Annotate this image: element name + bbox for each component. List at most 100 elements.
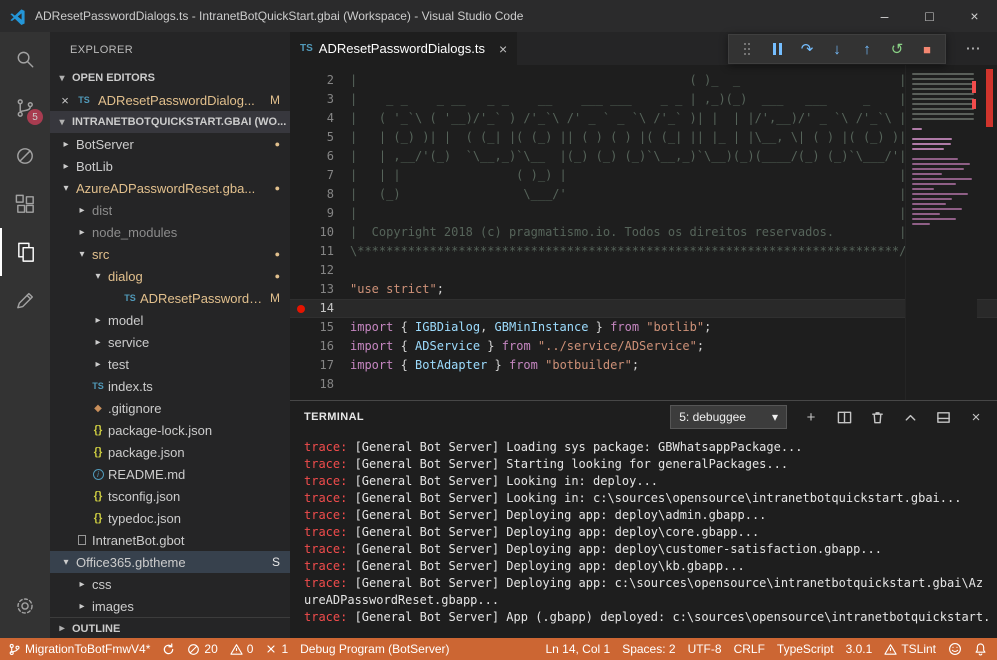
stop-button[interactable]: ■ bbox=[917, 38, 937, 60]
more-icon[interactable]: ⋯ bbox=[963, 38, 983, 60]
chevron-up-icon[interactable] bbox=[901, 407, 919, 427]
tree-item[interactable]: ▸model bbox=[50, 309, 290, 331]
restart-button[interactable]: ↺ bbox=[887, 38, 907, 60]
code-line[interactable]: 5| | (_) )| | ( (_| |( (_) || ( ) ( ) |(… bbox=[290, 128, 997, 147]
tree-item[interactable]: ▾AzureADPasswordReset.gba...● bbox=[50, 177, 290, 199]
edit-activity-icon[interactable] bbox=[0, 276, 50, 324]
search-activity-icon[interactable] bbox=[0, 36, 50, 84]
code-editor[interactable]: 2| ( )_ _ |3| _ _ _ __ _ _ __ ___ ___ _ … bbox=[290, 65, 997, 400]
split-icon[interactable] bbox=[835, 407, 853, 427]
line-number: 6 bbox=[290, 147, 334, 166]
tslint-status[interactable]: TSLint bbox=[884, 642, 936, 656]
tree-item[interactable]: TSindex.ts bbox=[50, 375, 290, 397]
tree-item[interactable]: ▸images bbox=[50, 595, 290, 617]
tab-close-icon[interactable]: × bbox=[499, 41, 507, 57]
scm-activity-icon[interactable]: 5 bbox=[0, 84, 50, 132]
code-line[interactable]: 6| | ,__/'(_) `\__,_)`\__ |(_) (_) (_)`\… bbox=[290, 147, 997, 166]
minimize-button[interactable]: – bbox=[862, 0, 907, 32]
cursor-position[interactable]: Ln 14, Col 1 bbox=[545, 642, 610, 656]
typescript-version[interactable]: 3.0.1 bbox=[846, 642, 873, 656]
code-line[interactable]: 4| ( '_`\ ( '__)/'_` ) /'_`\ /' _ ` _ `\… bbox=[290, 109, 997, 128]
new-terminal-icon[interactable]: + bbox=[802, 407, 820, 427]
problems-warnings[interactable]: 0 bbox=[230, 642, 254, 656]
open-editor-item[interactable]: × TS ADResetPasswordDialog... M bbox=[50, 89, 290, 111]
tree-item[interactable]: IntranetBot.gbot bbox=[50, 529, 290, 551]
code-line[interactable]: 10| Copyright 2018 (c) pragmatismo.io. T… bbox=[290, 223, 997, 242]
explorer-activity-icon[interactable] bbox=[0, 228, 50, 276]
notifications[interactable] bbox=[974, 642, 987, 656]
chevron-right-icon: ▸ bbox=[90, 315, 106, 326]
pause-button[interactable] bbox=[767, 38, 787, 60]
tree-item[interactable]: TSADResetPasswordDial...M bbox=[50, 287, 290, 309]
editor-scrollbar[interactable] bbox=[977, 65, 997, 400]
tree-item[interactable]: iREADME.md bbox=[50, 463, 290, 485]
tree-item-label: package-lock.json bbox=[106, 423, 212, 438]
code-line[interactable]: 13"use strict"; bbox=[290, 280, 997, 299]
editor-tab[interactable]: TS ADResetPasswordDialogs.ts × bbox=[290, 32, 517, 65]
tree-item[interactable]: {}package.json bbox=[50, 441, 290, 463]
language-mode[interactable]: TypeScript bbox=[777, 642, 834, 656]
code-line[interactable]: 9| | bbox=[290, 204, 997, 223]
close-button[interactable]: × bbox=[952, 0, 997, 32]
sync[interactable] bbox=[162, 643, 175, 656]
code-line[interactable]: 7| | | ( )_) | | bbox=[290, 166, 997, 185]
problems-errors[interactable]: 20 bbox=[187, 642, 217, 656]
open-editors-header[interactable]: ▾ OPEN EDITORS bbox=[50, 67, 290, 89]
tree-item[interactable]: {}tsconfig.json bbox=[50, 485, 290, 507]
debug-activity-icon[interactable] bbox=[0, 132, 50, 180]
minimap[interactable] bbox=[905, 65, 977, 400]
terminal-selector[interactable]: 5: debuggee ▾ bbox=[670, 405, 787, 429]
eol[interactable]: CRLF bbox=[734, 642, 765, 656]
code-line[interactable]: 11\*************************************… bbox=[290, 242, 997, 261]
panel-icon[interactable] bbox=[934, 407, 952, 427]
git-modified-badge: M bbox=[270, 93, 280, 107]
tree-item[interactable]: ▸dist bbox=[50, 199, 290, 221]
trash-icon[interactable] bbox=[868, 407, 886, 427]
tree-item[interactable]: ▸BotLib bbox=[50, 155, 290, 177]
sidebar-title: EXPLORER bbox=[50, 32, 290, 67]
code-line[interactable]: 8| (_) \___/' | bbox=[290, 185, 997, 204]
line-number: 17 bbox=[290, 356, 334, 375]
code-line[interactable]: 18 bbox=[290, 375, 997, 394]
tree-item[interactable]: ▸test bbox=[50, 353, 290, 375]
debug-launch[interactable]: Debug Program (BotServer) bbox=[300, 642, 449, 656]
step-into-button[interactable]: ↓ bbox=[827, 38, 847, 60]
tree-item[interactable]: ▸node_modules bbox=[50, 221, 290, 243]
code-line[interactable]: 12 bbox=[290, 261, 997, 280]
code-line[interactable]: 17import { BotAdapter } from "botbuilder… bbox=[290, 356, 997, 375]
git-branch[interactable]: MigrationToBotFmwV4* bbox=[8, 642, 150, 656]
tree-item[interactable]: {}package-lock.json bbox=[50, 419, 290, 441]
indentation[interactable]: Spaces: 2 bbox=[622, 642, 675, 656]
terminal-text: [General Bot Server] Loading sys package… bbox=[347, 440, 802, 454]
gear-icon[interactable] bbox=[0, 582, 50, 630]
step-over-button[interactable]: ↷ bbox=[797, 38, 817, 60]
tree-item[interactable]: ◆.gitignore bbox=[50, 397, 290, 419]
code-line[interactable]: 14 bbox=[290, 299, 997, 318]
outline-header[interactable]: ▸ OUTLINE bbox=[50, 617, 290, 638]
extensions-activity-icon[interactable] bbox=[0, 180, 50, 228]
breakpoint-icon[interactable] bbox=[297, 305, 305, 313]
workspace-folder-header[interactable]: ▾ INTRANETBOTQUICKSTART.GBAI (WO... bbox=[50, 111, 290, 133]
maximize-button[interactable]: □ bbox=[907, 0, 952, 32]
code-text: "use strict"; bbox=[334, 280, 444, 299]
tree-item[interactable]: ▾dialog● bbox=[50, 265, 290, 287]
code-line[interactable]: 16import { ADService } from "../service/… bbox=[290, 337, 997, 356]
counter[interactable]: 1 bbox=[265, 642, 288, 656]
code-line[interactable]: 3| _ _ _ __ _ _ __ ___ ___ _ _ | ,_)(_) … bbox=[290, 90, 997, 109]
tree-item[interactable]: ▾src● bbox=[50, 243, 290, 265]
tree-item[interactable]: ▸service bbox=[50, 331, 290, 353]
terminal-output[interactable]: trace: [General Bot Server] Loading sys … bbox=[290, 433, 997, 638]
feedback[interactable] bbox=[948, 642, 962, 656]
close-icon[interactable]: × bbox=[967, 407, 985, 427]
tree-item[interactable]: ▾Office365.gbthemeS bbox=[50, 551, 290, 573]
code-line[interactable]: 15import { IGBDialog, GBMinInstance } fr… bbox=[290, 318, 997, 337]
code-line[interactable]: 2| ( )_ _ | bbox=[290, 71, 997, 90]
close-icon[interactable]: × bbox=[58, 93, 72, 108]
tree-item[interactable]: ▸css bbox=[50, 573, 290, 595]
tree-item[interactable]: {}typedoc.json bbox=[50, 507, 290, 529]
step-out-button[interactable]: ↑ bbox=[857, 38, 877, 60]
encoding[interactable]: UTF-8 bbox=[688, 642, 722, 656]
tree-item[interactable]: ▸BotServer● bbox=[50, 133, 290, 155]
terminal-tab[interactable]: TERMINAL bbox=[304, 411, 364, 423]
minimap-line bbox=[912, 73, 974, 75]
